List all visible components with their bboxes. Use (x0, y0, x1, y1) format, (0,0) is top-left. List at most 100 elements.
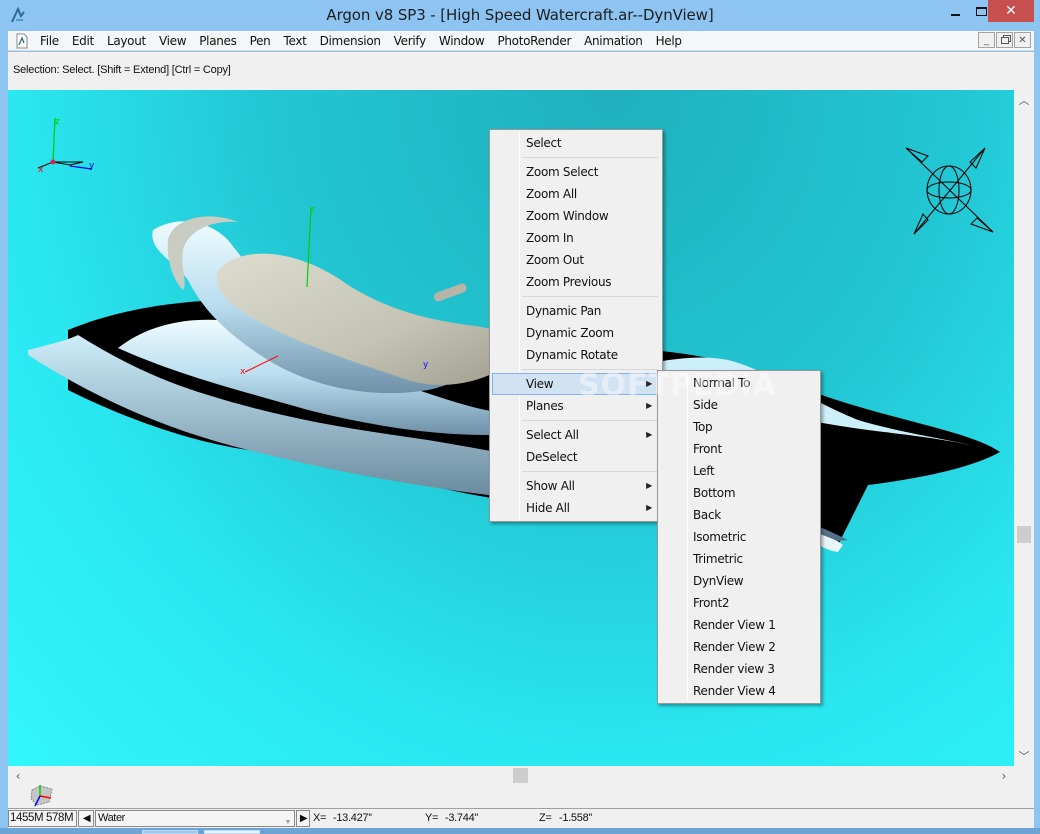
minimize-icon (950, 14, 960, 16)
doc-restore-button[interactable] (996, 32, 1013, 48)
doc-minimize-button[interactable]: _ (978, 32, 995, 48)
application-window: Argon v8 SP3 - [High Speed Watercraft.ar… (0, 0, 1040, 834)
menu-layout[interactable]: Layout (101, 31, 153, 51)
navigation-gizmo[interactable] (905, 147, 994, 235)
menu-item-label: Dynamic Pan (526, 304, 602, 318)
view-render-view-3[interactable]: Render view 3 (660, 658, 818, 680)
view-bottom[interactable]: Bottom (660, 482, 818, 504)
menu-item-zoom-in[interactable]: Zoom In (492, 227, 660, 249)
view-isometric[interactable]: Isometric (660, 526, 818, 548)
restore-icon (1000, 36, 1009, 44)
scroll-down-arrow-icon[interactable]: ﹀ (1014, 746, 1034, 766)
scroll-right-arrow-icon[interactable]: › (994, 766, 1014, 786)
submenu-arrow-icon: ▶ (646, 503, 652, 512)
menu-item-zoom-previous[interactable]: Zoom Previous (492, 271, 660, 293)
taskbar-thumbnail[interactable] (204, 830, 260, 834)
menu-window[interactable]: Window (433, 31, 492, 51)
menu-help[interactable]: Help (650, 31, 689, 51)
taskbar-thumbnail[interactable] (142, 830, 198, 834)
menu-item-label: Zoom Previous (526, 275, 612, 289)
menu-item-label: Zoom All (526, 187, 577, 201)
menu-item-select[interactable]: Select (492, 132, 660, 154)
menu-item-zoom-select[interactable]: Zoom Select (492, 161, 660, 183)
menu-item-dynamic-zoom[interactable]: Dynamic Zoom (492, 322, 660, 344)
vertical-scroll-thumb[interactable] (1017, 526, 1031, 543)
menu-view[interactable]: View (153, 31, 193, 51)
menu-item-view[interactable]: View ▶ (492, 373, 660, 395)
horizontal-scrollbar[interactable]: ‹ › (8, 766, 1014, 786)
menu-animation[interactable]: Animation (578, 31, 649, 51)
menu-item-select-all[interactable]: Select All ▶ (492, 424, 660, 446)
x-coord-label: X= (313, 812, 327, 824)
document-icon[interactable] (14, 33, 30, 49)
view-top[interactable]: Top (660, 416, 818, 438)
menu-edit[interactable]: Edit (66, 31, 101, 51)
menu-item-label: Select (526, 136, 562, 150)
scroll-up-arrow-icon[interactable]: ︿ (1014, 90, 1034, 110)
menu-file[interactable]: File (34, 31, 66, 51)
submenu-arrow-icon: ▶ (646, 481, 652, 490)
menu-item-zoom-out[interactable]: Zoom Out (492, 249, 660, 271)
x-coord-value: -13.427'' (333, 812, 372, 824)
menu-item-deselect[interactable]: DeSelect (492, 446, 660, 468)
menu-separator (492, 154, 660, 161)
layer-next-button[interactable]: ▶ (296, 810, 310, 827)
menu-text[interactable]: Text (278, 31, 314, 51)
svg-text:z: z (55, 117, 60, 127)
view-left[interactable]: Left (660, 460, 818, 482)
view-cube-icon[interactable] (28, 782, 58, 808)
layer-previous-button[interactable]: ◀ (78, 810, 94, 827)
view-render-view-1[interactable]: Render View 1 (660, 614, 818, 636)
submenu-arrow-icon: ▶ (646, 430, 652, 439)
prompt-bar: Selection: Select. [Shift = Extend] [Ctr… (8, 52, 1034, 90)
view-side[interactable]: Side (660, 394, 818, 416)
svg-text:y: y (89, 161, 95, 171)
close-button[interactable]: ✕ (988, 0, 1034, 22)
maximize-icon (975, 6, 987, 16)
menu-item-label: Hide All (526, 501, 570, 515)
menu-item-dynamic-rotate[interactable]: Dynamic Rotate (492, 344, 660, 366)
menu-item-hide-all[interactable]: Hide All ▶ (492, 497, 660, 519)
menu-item-planes[interactable]: Planes ▶ (492, 395, 660, 417)
menu-planes[interactable]: Planes (193, 31, 243, 51)
view-render-view-4[interactable]: Render View 4 (660, 680, 818, 702)
menu-item-label: Planes (526, 399, 564, 413)
vertical-scrollbar[interactable]: ︿ ﹀ (1014, 90, 1034, 766)
view-back[interactable]: Back (660, 504, 818, 526)
menu-verify[interactable]: Verify (388, 31, 433, 51)
scrollbar-corner (1014, 766, 1034, 786)
submenu-arrow-icon: ▶ (646, 401, 652, 410)
menu-separator (492, 468, 660, 475)
menu-item-label: Show All (526, 479, 575, 493)
scroll-left-arrow-icon[interactable]: ‹ (8, 766, 28, 786)
view-front[interactable]: Front (660, 438, 818, 460)
layer-select[interactable]: Water ▼ (95, 810, 295, 827)
menu-item-dynamic-pan[interactable]: Dynamic Pan (492, 300, 660, 322)
menu-separator (492, 293, 660, 300)
menu-item-zoom-all[interactable]: Zoom All (492, 183, 660, 205)
view-dynview[interactable]: DynView (660, 570, 818, 592)
layer-select-value: Water (98, 812, 125, 824)
menu-photorender[interactable]: PhotoRender (491, 31, 578, 51)
menu-item-label: Zoom Select (526, 165, 599, 179)
menu-item-show-all[interactable]: Show All ▶ (492, 475, 660, 497)
menu-item-label: Zoom Out (526, 253, 584, 267)
menu-pen[interactable]: Pen (244, 31, 278, 51)
menu-item-zoom-window[interactable]: Zoom Window (492, 205, 660, 227)
triangle-right-icon: ▶ (299, 813, 308, 824)
menu-item-label: DeSelect (526, 450, 578, 464)
view-front2[interactable]: Front2 (660, 592, 818, 614)
horizontal-scroll-thumb[interactable] (513, 768, 528, 783)
doc-close-button[interactable]: ✕ (1014, 32, 1031, 48)
z-coord-label: Z= (539, 812, 552, 824)
view-trimetric[interactable]: Trimetric (660, 548, 818, 570)
minimize-button[interactable] (942, 0, 968, 22)
memory-readout: 1455M 578M (8, 810, 77, 827)
menu-dimension[interactable]: Dimension (314, 31, 388, 51)
menu-separator (492, 366, 660, 373)
view-render-view-2[interactable]: Render View 2 (660, 636, 818, 658)
model-axis-x-label: x (240, 367, 246, 377)
menu-item-label: Zoom Window (526, 209, 609, 223)
menu-item-label: View (526, 377, 554, 391)
view-normal-to[interactable]: Normal To (660, 372, 818, 394)
